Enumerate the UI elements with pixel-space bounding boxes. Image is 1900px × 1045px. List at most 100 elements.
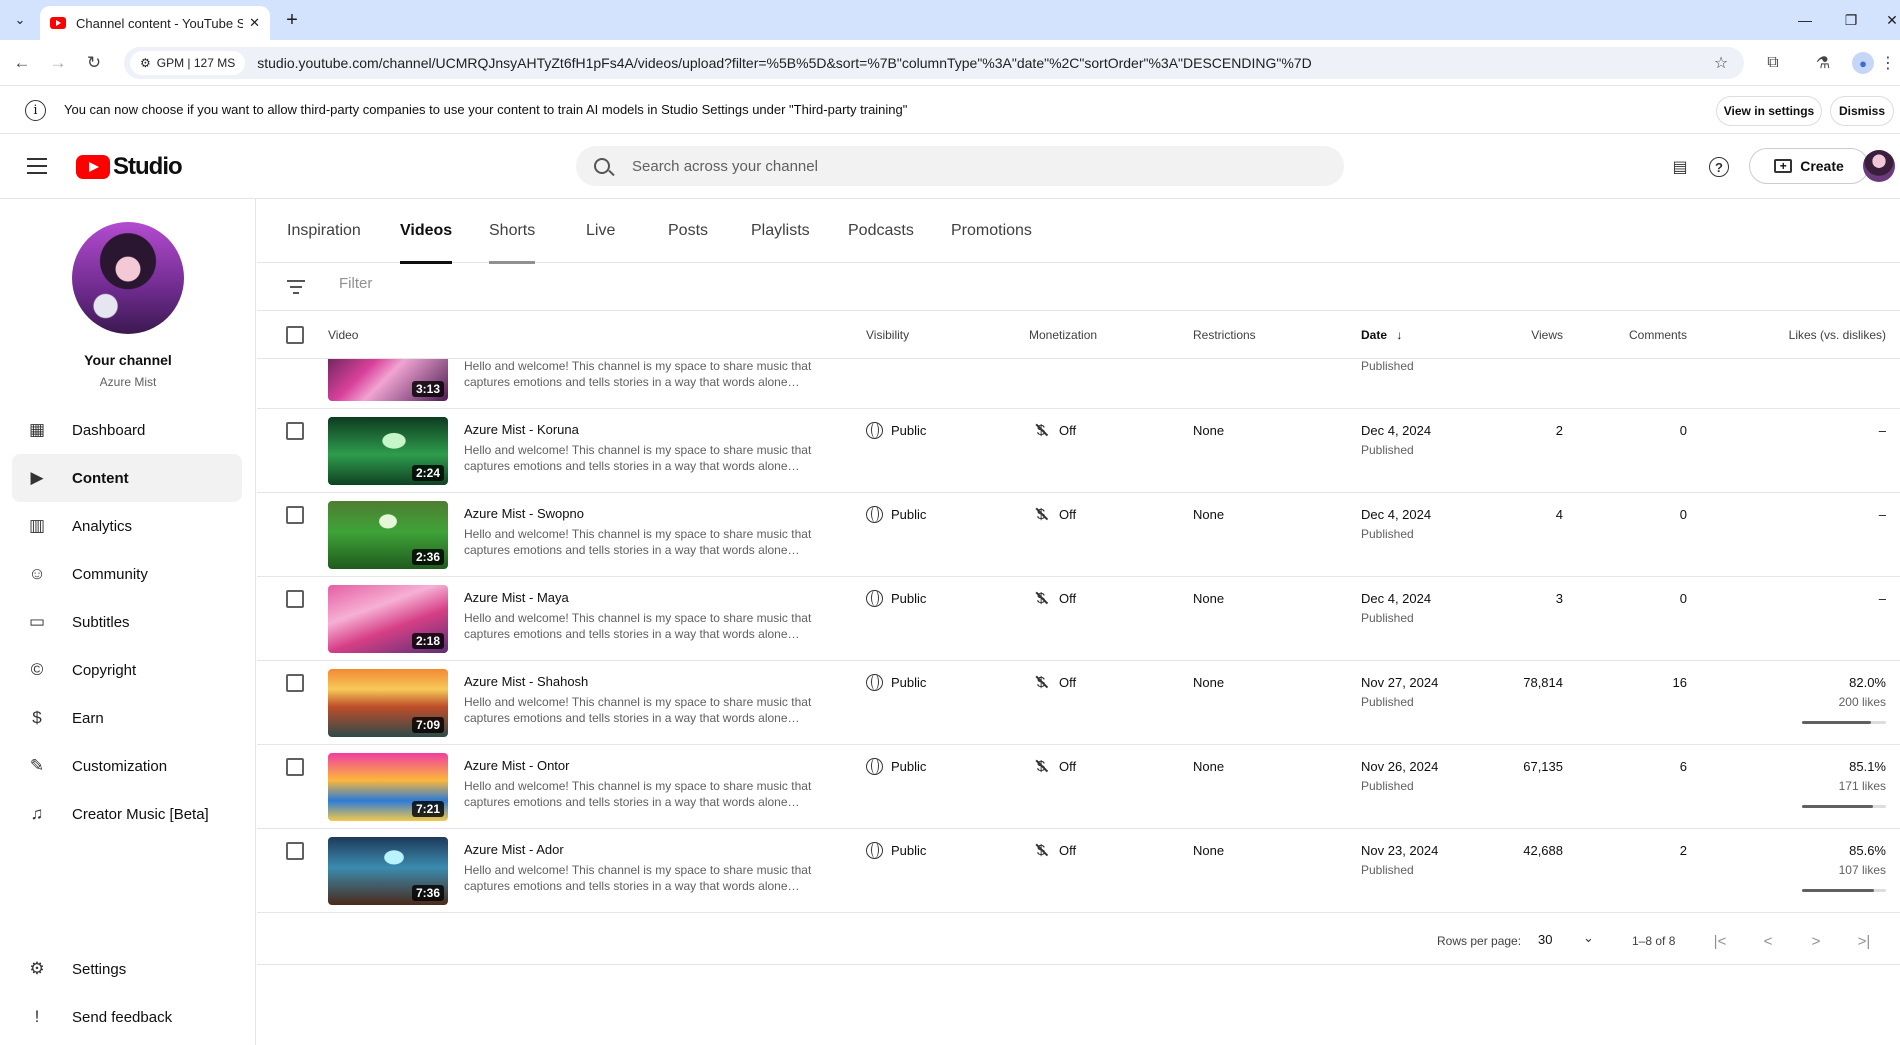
filter-input[interactable] bbox=[339, 275, 739, 292]
sidebar-item-creator-music[interactable]: ♫ Creator Music [Beta] bbox=[12, 790, 242, 838]
studio-logo[interactable]: Studio bbox=[76, 153, 183, 181]
sidebar-item-dashboard[interactable]: ▦ Dashboard bbox=[12, 406, 242, 454]
url-text[interactable]: studio.youtube.com/channel/UCMRQJnsyAHTy… bbox=[257, 55, 1311, 71]
browser-menu-icon[interactable]: ⋮ bbox=[1880, 52, 1896, 74]
video-thumbnail[interactable]: 2:18 bbox=[328, 585, 448, 653]
table-row[interactable]: 2:18 Azure Mist - Maya Hello and welcome… bbox=[257, 577, 1900, 661]
forward-arrow-icon[interactable]: → bbox=[46, 51, 70, 75]
sidebar-item-copyright[interactable]: © Copyright bbox=[12, 646, 242, 694]
monetization-cell[interactable]: $ Off bbox=[1033, 674, 1076, 691]
previous-page-icon[interactable]: < bbox=[1757, 930, 1779, 952]
minimize-icon[interactable]: — bbox=[1793, 8, 1817, 32]
header-likes[interactable]: Likes (vs. dislikes) bbox=[1707, 328, 1886, 342]
tab-shorts[interactable]: Shorts bbox=[489, 199, 536, 264]
table-row[interactable]: 7:09 Azure Mist - Shahosh Hello and welc… bbox=[257, 661, 1900, 745]
browser-profile-icon[interactable]: ● bbox=[1852, 52, 1874, 74]
omnibox[interactable]: ⚙ GPM | 127 MS studio.youtube.com/channe… bbox=[124, 47, 1744, 79]
tab-playlists[interactable]: Playlists bbox=[751, 199, 810, 263]
video-thumbnail[interactable]: 2:36 bbox=[328, 501, 448, 569]
sidebar-item-content[interactable]: ▶ Content bbox=[12, 454, 242, 502]
messages-icon[interactable]: ▤ bbox=[1668, 155, 1692, 179]
header-views[interactable]: Views bbox=[1467, 328, 1563, 342]
video-title[interactable]: Azure Mist - Ontor bbox=[464, 758, 569, 773]
tab-posts[interactable]: Posts bbox=[668, 199, 708, 263]
video-thumbnail[interactable]: 7:36 bbox=[328, 837, 448, 905]
sidebar-item-subtitles[interactable]: ▭ Subtitles bbox=[12, 598, 242, 646]
tab-search-chevron-icon[interactable]: ⌄ bbox=[8, 8, 32, 32]
video-title[interactable]: Azure Mist - Maya bbox=[464, 590, 569, 605]
row-checkbox[interactable] bbox=[286, 590, 304, 608]
table-row[interactable]: 7:21 Azure Mist - Ontor Hello and welcom… bbox=[257, 745, 1900, 829]
help-icon[interactable]: ? bbox=[1709, 157, 1729, 177]
sidebar-item-earn[interactable]: $ Earn bbox=[12, 694, 242, 742]
restore-icon[interactable]: ❐ bbox=[1839, 8, 1863, 32]
header-visibility[interactable]: Visibility bbox=[866, 328, 909, 342]
reload-icon[interactable]: ↻ bbox=[82, 51, 106, 75]
table-row[interactable]: 2:24 Azure Mist - Koruna Hello and welco… bbox=[257, 409, 1900, 493]
chevron-down-icon[interactable]: ⌄ bbox=[1583, 930, 1594, 946]
tab-close-icon[interactable]: ✕ bbox=[249, 15, 260, 31]
row-checkbox[interactable] bbox=[286, 674, 304, 692]
site-info-chip[interactable]: ⚙ GPM | 127 MS bbox=[130, 51, 246, 75]
search-input[interactable] bbox=[632, 157, 1282, 175]
sidebar-item-settings[interactable]: ⚙ Settings bbox=[12, 945, 242, 993]
back-arrow-icon[interactable]: ← bbox=[10, 51, 34, 75]
monetization-cell[interactable]: $ Off bbox=[1033, 590, 1076, 607]
search-box[interactable] bbox=[576, 146, 1344, 186]
first-page-icon[interactable]: |< bbox=[1709, 930, 1731, 952]
visibility-cell[interactable]: Public bbox=[866, 758, 926, 775]
filter-icon[interactable] bbox=[287, 280, 305, 294]
new-tab-plus-icon[interactable]: + bbox=[280, 8, 304, 32]
close-window-icon[interactable]: ✕ bbox=[1885, 8, 1899, 32]
monetization-cell[interactable]: $ Off bbox=[1033, 842, 1076, 859]
last-page-icon[interactable]: >| bbox=[1853, 930, 1875, 952]
browser-tab[interactable]: Channel content - YouTube Studio ✕ bbox=[40, 6, 270, 40]
tab-live[interactable]: Live bbox=[586, 199, 615, 263]
video-title[interactable]: Azure Mist - Ador bbox=[464, 842, 564, 857]
extensions-icon[interactable]: ⧉ bbox=[1762, 52, 1784, 74]
tab-videos[interactable]: Videos bbox=[400, 199, 453, 264]
header-restrictions[interactable]: Restrictions bbox=[1193, 328, 1256, 342]
row-checkbox[interactable] bbox=[286, 758, 304, 776]
tab-promotions[interactable]: Promotions bbox=[951, 199, 1032, 263]
monetization-cell[interactable]: $ Off bbox=[1033, 422, 1076, 439]
select-all-checkbox[interactable] bbox=[286, 326, 304, 344]
sidebar-item-analytics[interactable]: ▥ Analytics bbox=[12, 502, 242, 550]
video-thumbnail[interactable]: 3:13 bbox=[328, 359, 448, 401]
dismiss-button[interactable]: Dismiss bbox=[1830, 96, 1894, 126]
monetization-cell[interactable]: $ Off bbox=[1033, 506, 1076, 523]
video-thumbnail[interactable]: 7:21 bbox=[328, 753, 448, 821]
video-title[interactable]: Azure Mist - Shahosh bbox=[464, 674, 588, 689]
table-row[interactable]: 2:36 Azure Mist - Swopno Hello and welco… bbox=[257, 493, 1900, 577]
visibility-cell[interactable]: Public bbox=[866, 842, 926, 859]
monetization-cell[interactable]: $ Off bbox=[1033, 758, 1076, 775]
table-row[interactable]: 3:13 Hello and welcome! This channel is … bbox=[257, 359, 1900, 409]
row-checkbox[interactable] bbox=[286, 506, 304, 524]
visibility-cell[interactable]: Public bbox=[866, 422, 926, 439]
header-date[interactable]: Date ↓ bbox=[1361, 328, 1402, 342]
row-checkbox[interactable] bbox=[286, 842, 304, 860]
visibility-cell[interactable]: Public bbox=[866, 674, 926, 691]
header-monetization[interactable]: Monetization bbox=[1029, 328, 1097, 342]
sidebar-item-community[interactable]: ☺ Community bbox=[12, 550, 242, 598]
account-avatar[interactable] bbox=[1863, 150, 1895, 182]
bookmark-star-icon[interactable]: ☆ bbox=[1710, 52, 1732, 74]
visibility-cell[interactable]: Public bbox=[866, 506, 926, 523]
tab-podcasts[interactable]: Podcasts bbox=[848, 199, 914, 263]
video-thumbnail[interactable]: 7:09 bbox=[328, 669, 448, 737]
header-comments[interactable]: Comments bbox=[1577, 328, 1687, 342]
sidebar-item-customization[interactable]: ✎ Customization bbox=[12, 742, 242, 790]
next-page-icon[interactable]: > bbox=[1805, 930, 1827, 952]
tab-inspiration[interactable]: Inspiration bbox=[287, 199, 361, 263]
rows-per-page-select[interactable]: 30 bbox=[1538, 932, 1552, 947]
hamburger-menu-icon[interactable] bbox=[27, 158, 47, 174]
visibility-cell[interactable]: Public bbox=[866, 590, 926, 607]
video-title[interactable]: Azure Mist - Koruna bbox=[464, 422, 579, 437]
video-title[interactable]: Azure Mist - Swopno bbox=[464, 506, 584, 521]
search-icon[interactable] bbox=[594, 158, 610, 174]
view-in-settings-button[interactable]: View in settings bbox=[1716, 96, 1822, 126]
row-checkbox[interactable] bbox=[286, 422, 304, 440]
labs-flask-icon[interactable]: ⚗ bbox=[1812, 52, 1834, 74]
channel-avatar[interactable] bbox=[72, 222, 184, 334]
table-row[interactable]: 7:36 Azure Mist - Ador Hello and welcome… bbox=[257, 829, 1900, 913]
